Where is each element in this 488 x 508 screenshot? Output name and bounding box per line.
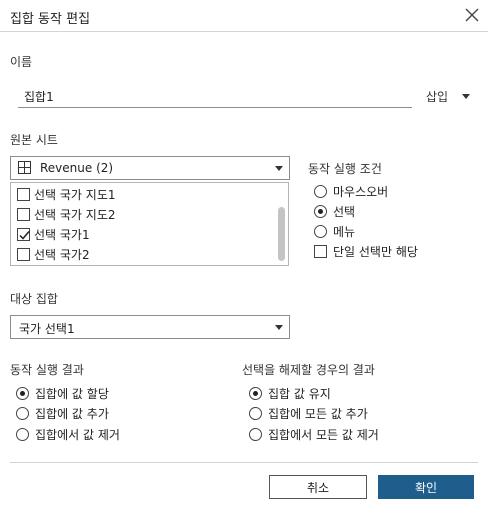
radio-label: 집합에서 모든 값 제거: [268, 427, 379, 442]
sheet-item[interactable]: 선택 국가1: [17, 225, 90, 243]
name-field[interactable]: [18, 86, 412, 108]
radio-label: 마우스오버: [333, 184, 389, 199]
radio-button-selected[interactable]: [249, 386, 262, 400]
radio-assign-values[interactable]: 집합에 값 할당: [16, 385, 109, 401]
target-set-value: 국가 선택1: [19, 322, 75, 336]
title-divider: [0, 31, 488, 32]
checkbox[interactable]: [314, 244, 327, 258]
name-label: 이름: [10, 55, 33, 69]
sheet-item[interactable]: 선택 국가2: [17, 245, 90, 263]
radio-add-values[interactable]: 집합에 값 추가: [16, 405, 109, 421]
single-select-label: 단일 선택만 해당: [333, 244, 418, 259]
run-result-label: 동작 실행 결과: [10, 363, 84, 377]
sheet-item-label: 선택 국가1: [34, 227, 90, 242]
radio-remove-all-values[interactable]: 집합에서 모든 값 제거: [249, 426, 379, 442]
checkmark-icon: [19, 230, 30, 240]
scrollbar-thumb[interactable]: [278, 207, 285, 261]
chevron-down-icon: [275, 325, 283, 330]
dialog-title: 집합 동작 편집: [10, 12, 91, 27]
chevron-down-icon: [275, 166, 283, 171]
sheet-item-label: 선택 국가 지도1: [34, 187, 116, 202]
insert-dropdown[interactable]: 삽입: [426, 88, 471, 104]
radio-button[interactable]: [249, 427, 262, 441]
radio-label: 집합에 모든 값 추가: [268, 406, 368, 421]
set-action-dialog: 집합 동작 편집 이름 삽입 원본 시트 Revenue (2) 선택 국가 지…: [0, 0, 488, 508]
source-sheet-value: Revenue (2): [40, 161, 114, 175]
sheet-list: 선택 국가 지도1 선택 국가 지도2 선택 국가1 선택 국가2: [10, 182, 289, 266]
clear-result-label: 선택을 해제할 경우의 결과: [242, 363, 375, 377]
radio-label: 집합에 값 할당: [35, 386, 109, 401]
radio-button[interactable]: [314, 184, 327, 198]
sheet-item[interactable]: 선택 국가 지도1: [17, 185, 116, 203]
source-sheets-label: 원본 시트: [10, 133, 58, 147]
run-condition-label: 동작 실행 조건: [308, 162, 382, 176]
radio-menu[interactable]: 메뉴: [314, 223, 355, 239]
radio-label: 집합 값 유지: [268, 386, 331, 401]
radio-label: 선택: [333, 204, 356, 219]
radio-button-selected[interactable]: [16, 386, 29, 400]
radio-select[interactable]: 선택: [314, 203, 355, 219]
sheet-item-label: 선택 국가2: [34, 247, 90, 262]
radio-mouseover[interactable]: 마우스오버: [314, 183, 388, 199]
radio-label: 집합에서 값 제거: [35, 427, 120, 442]
radio-add-all-values[interactable]: 집합에 모든 값 추가: [249, 405, 368, 421]
close-icon[interactable]: [464, 7, 480, 23]
grid-icon: [18, 161, 31, 174]
radio-label: 집합에 값 추가: [35, 406, 109, 421]
cancel-button[interactable]: 취소: [269, 475, 367, 499]
radio-button[interactable]: [16, 427, 29, 441]
footer-divider: [10, 462, 478, 463]
radio-button[interactable]: [314, 224, 327, 238]
ok-button[interactable]: 확인: [378, 475, 474, 499]
checkbox[interactable]: [17, 187, 30, 201]
scrollbar-track[interactable]: [276, 183, 288, 265]
checkbox[interactable]: [17, 247, 30, 261]
radio-button[interactable]: [249, 406, 262, 420]
checkbox[interactable]: [17, 207, 30, 221]
target-set-select[interactable]: 국가 선택1: [10, 315, 290, 339]
title-bar: 집합 동작 편집: [10, 6, 480, 28]
checkbox-checked[interactable]: [17, 227, 30, 241]
sheet-item[interactable]: 선택 국가 지도2: [17, 205, 116, 223]
radio-label: 메뉴: [333, 224, 356, 239]
radio-remove-values[interactable]: 집합에서 값 제거: [16, 426, 120, 442]
radio-button-selected[interactable]: [314, 204, 327, 218]
source-sheet-select[interactable]: Revenue (2): [10, 156, 290, 180]
radio-button[interactable]: [16, 406, 29, 420]
sheet-item-label: 선택 국가 지도2: [34, 207, 116, 222]
radio-keep-values[interactable]: 집합 값 유지: [249, 385, 331, 401]
insert-label: 삽입: [426, 89, 449, 104]
single-select-checkbox-row[interactable]: 단일 선택만 해당: [314, 243, 418, 259]
chevron-down-icon: [462, 93, 471, 99]
target-set-label: 대상 집합: [10, 292, 58, 306]
